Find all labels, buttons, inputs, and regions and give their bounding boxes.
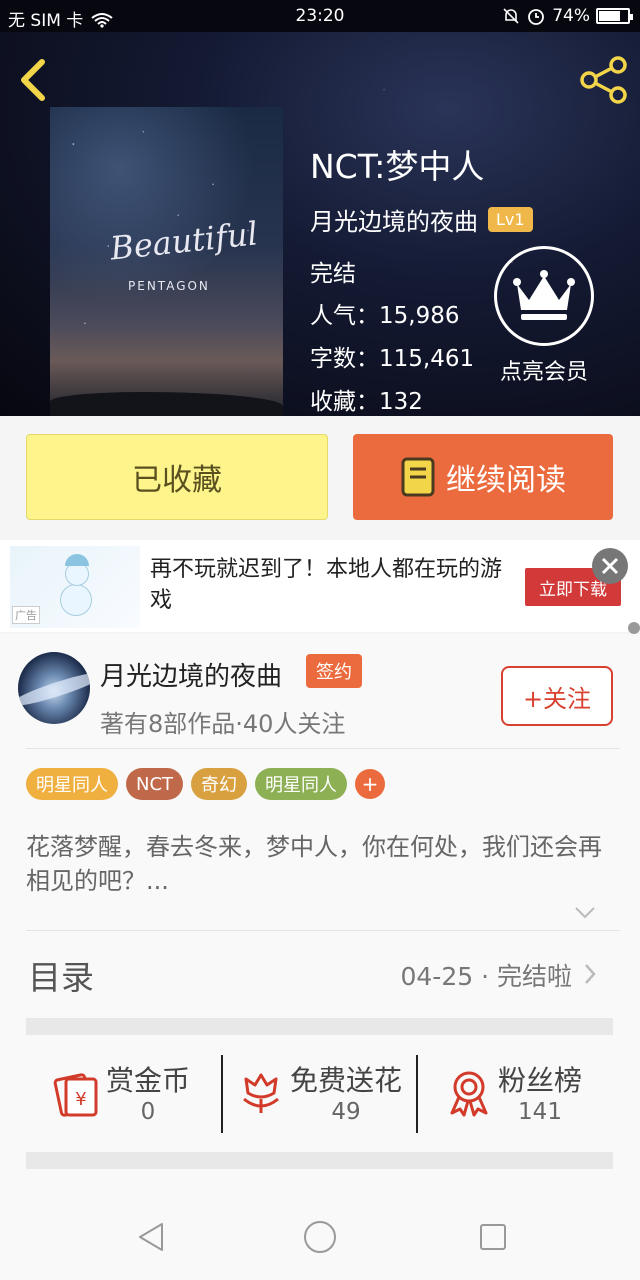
reward-value: 141: [518, 1099, 562, 1125]
section-separator: [26, 1152, 613, 1169]
divider: [26, 748, 620, 749]
svg-text:¥: ¥: [75, 1089, 86, 1110]
book-author-name[interactable]: 月光边境的夜曲: [310, 202, 478, 237]
rewards-bar: ¥ 赏金币 0 免费送花 49 粉丝榜 141: [26, 1035, 613, 1151]
snowman-hat: [65, 554, 89, 566]
author-name[interactable]: 月光边境的夜曲: [100, 656, 282, 693]
reward-flowers[interactable]: 免费送花 49: [236, 1055, 416, 1133]
synopsis-text: 花落梦醒，春去冬来，梦中人，你在何处，我们还会再相见的吧？...: [26, 833, 602, 895]
book-title: NCT:梦中人: [310, 147, 485, 186]
section-separator: [26, 1018, 613, 1035]
alarm-icon: [528, 9, 545, 25]
book-favorites: 收藏：132: [310, 389, 423, 415]
crown-icon: [494, 246, 594, 346]
avatar[interactable]: [18, 652, 90, 724]
reward-label: 赏金币: [106, 1064, 191, 1097]
action-buttons: 已收藏 继续阅读: [0, 416, 640, 534]
share-icon[interactable]: [578, 54, 630, 106]
system-nav-bar: [0, 1192, 640, 1280]
book-icon: [401, 457, 435, 497]
book-header: Beautiful PENTAGON NCT:梦中人 月光边境的夜曲 Lv1 完…: [0, 32, 640, 416]
toc-label: 目录: [28, 958, 94, 997]
tag-list: 明星同人 NCT 奇幻 明星同人 +: [26, 768, 386, 800]
nav-recents-icon[interactable]: [476, 1220, 510, 1254]
ad-text: 再不玩就迟到了！本地人都在玩的游戏: [150, 557, 503, 613]
nav-home-icon[interactable]: [303, 1220, 337, 1254]
vip-label: 点亮会员: [499, 360, 588, 385]
divider: [221, 1055, 223, 1133]
status-icons: 74%: [502, 6, 633, 26]
ad-info-icon[interactable]: [628, 622, 640, 634]
favorited-button[interactable]: 已收藏: [26, 434, 328, 520]
tag-chip[interactable]: 奇幻: [191, 768, 248, 800]
book-author-line: 月光边境的夜曲 Lv1: [310, 202, 533, 237]
tag-chip[interactable]: 明星同人: [255, 768, 348, 800]
author-meta: 著有8部作品·40人关注: [100, 710, 346, 738]
table-of-contents-row[interactable]: 目录 04-25 · 完结啦: [0, 931, 640, 1017]
reward-label: 免费送花: [290, 1064, 403, 1097]
red-envelope-icon: ¥: [53, 1073, 98, 1117]
add-tag-icon[interactable]: +: [355, 769, 386, 799]
ad-close-icon[interactable]: [592, 548, 628, 584]
chevron-down-icon[interactable]: [574, 906, 596, 920]
reward-value: 49: [331, 1099, 361, 1125]
follow-label: +关注: [522, 684, 592, 713]
battery-fill: [599, 11, 620, 21]
follow-button[interactable]: +关注: [501, 666, 613, 726]
battery-percent: 74%: [552, 6, 590, 26]
tag-chip[interactable]: NCT: [126, 768, 184, 800]
signed-badge: 签约: [306, 654, 362, 688]
ribbon-medal-icon: [450, 1071, 488, 1117]
continue-reading-button[interactable]: 继续阅读: [353, 434, 613, 520]
level-badge: Lv1: [488, 207, 533, 232]
snowman-body: [60, 584, 92, 616]
flower-icon: [243, 1073, 279, 1113]
reward-fans[interactable]: 粉丝榜 141: [444, 1055, 614, 1133]
favorited-label: 已收藏: [132, 463, 222, 498]
mute-bell-icon: [503, 8, 519, 24]
back-icon[interactable]: [14, 56, 54, 104]
battery-icon: [596, 8, 633, 24]
chevron-right-icon: [585, 964, 596, 984]
nav-back-icon[interactable]: [134, 1220, 168, 1254]
reward-label: 粉丝榜: [498, 1064, 583, 1097]
ad-tag: 广告: [12, 606, 40, 624]
ad-image: 广告: [10, 546, 140, 628]
reward-value: 0: [140, 1099, 156, 1125]
toc-status: 04-25 · 完结啦: [400, 962, 573, 991]
cover-brand-text: PENTAGON: [128, 279, 210, 293]
continue-reading-label: 继续阅读: [446, 463, 566, 498]
tag-chip[interactable]: 明星同人: [26, 768, 118, 800]
vip-button[interactable]: 点亮会员: [492, 246, 596, 386]
ad-banner[interactable]: 广告 再不玩就迟到了！本地人都在玩的游戏 立即下载: [0, 540, 640, 632]
book-status: 完结: [310, 261, 356, 287]
book-popularity: 人气：15,986: [310, 303, 460, 329]
status-bar: 无 SIM 卡 23:20 74%: [0, 0, 640, 32]
book-word-count: 字数：115,461: [310, 346, 475, 372]
reward-coins[interactable]: ¥ 赏金币 0: [52, 1055, 222, 1133]
book-details: 月光边境的夜曲 签约 著有8部作品·40人关注 +关注 明星同人 NCT 奇幻 …: [0, 634, 640, 1280]
book-cover[interactable]: Beautiful PENTAGON: [50, 107, 283, 416]
divider: [416, 1055, 418, 1133]
